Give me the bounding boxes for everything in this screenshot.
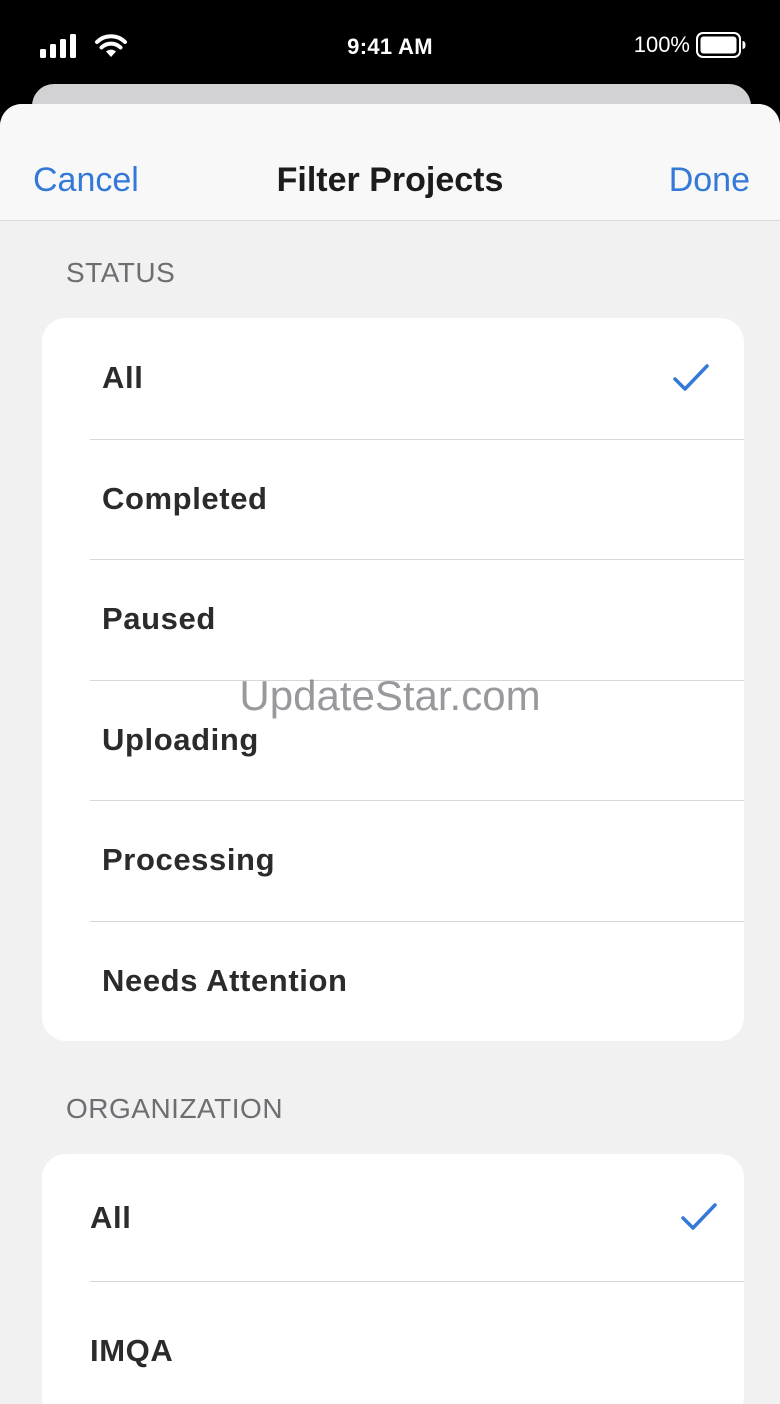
status-option-needs-attention[interactable]: Needs Attention bbox=[42, 920, 744, 1042]
status-option-processing[interactable]: Processing bbox=[42, 800, 744, 921]
page-title: Filter Projects bbox=[276, 161, 504, 199]
option-label: Uploading bbox=[102, 721, 259, 757]
option-label: Completed bbox=[102, 480, 268, 516]
option-label: All bbox=[102, 360, 144, 396]
option-label: Processing bbox=[102, 842, 276, 878]
navigation-bar: Cancel Filter Projects Done bbox=[0, 104, 780, 221]
checkmark-icon bbox=[681, 1203, 717, 1230]
status-option-paused[interactable]: Paused bbox=[42, 559, 744, 680]
status-option-uploading[interactable]: Uploading bbox=[42, 679, 744, 801]
done-button[interactable]: Done bbox=[669, 160, 750, 200]
organization-option-imqa[interactable]: IMQA bbox=[42, 1281, 744, 1404]
option-label: IMQA bbox=[90, 1333, 174, 1368]
filter-sheet: Cancel Filter Projects Done STATUS All C… bbox=[0, 104, 780, 1404]
battery-icon bbox=[696, 32, 746, 58]
status-option-all[interactable]: All bbox=[42, 318, 744, 439]
option-label: Paused bbox=[102, 601, 216, 637]
status-bar: 9:41 AM 100% bbox=[0, 0, 780, 96]
status-options-group: All Completed Paused Uploading Processin… bbox=[42, 318, 744, 1041]
status-section-header: STATUS bbox=[66, 257, 176, 288]
checkmark-icon bbox=[673, 364, 709, 391]
organization-options-group: All IMQA bbox=[42, 1154, 744, 1404]
status-option-completed[interactable]: Completed bbox=[42, 438, 744, 560]
option-label: All bbox=[90, 1199, 132, 1235]
organization-section-header: ORGANIZATION bbox=[66, 1093, 284, 1124]
option-label: Needs Attention bbox=[102, 962, 348, 998]
battery-percent: 100% bbox=[633, 32, 690, 57]
organization-option-all[interactable]: All bbox=[42, 1154, 744, 1281]
